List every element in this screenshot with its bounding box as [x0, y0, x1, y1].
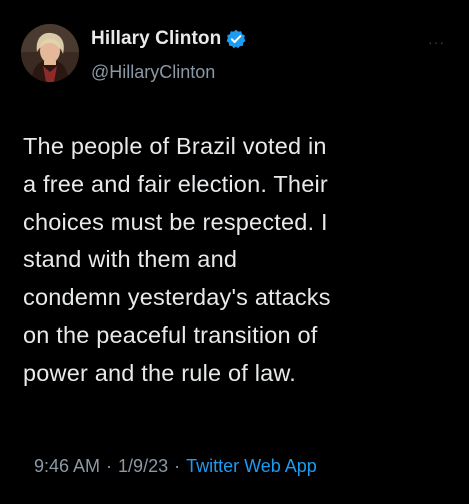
author-handle[interactable]: @HillaryClinton [91, 62, 215, 83]
tweet-text: The people of Brazil voted in a free and… [23, 133, 331, 386]
meta-separator: · [106, 456, 113, 476]
more-options-icon[interactable]: ··· [428, 34, 445, 50]
author-display-name[interactable]: Hillary Clinton [91, 28, 221, 50]
tweet-date[interactable]: 1/9/23 [118, 456, 168, 477]
tweet-source-link[interactable]: Twitter Web App [186, 456, 317, 477]
tweet-time[interactable]: 9:46 AM [34, 456, 100, 477]
author-name-row: Hillary Clinton [91, 28, 246, 50]
tweet-card: Hillary Clinton @HillaryClinton ··· The … [0, 0, 469, 504]
profile-photo [21, 24, 79, 82]
meta-separator: · [174, 456, 181, 476]
verified-badge-icon [226, 29, 246, 49]
tweet-meta: 9:46 AM · 1/9/23 · Twitter Web App [34, 456, 317, 477]
avatar[interactable] [21, 24, 79, 82]
